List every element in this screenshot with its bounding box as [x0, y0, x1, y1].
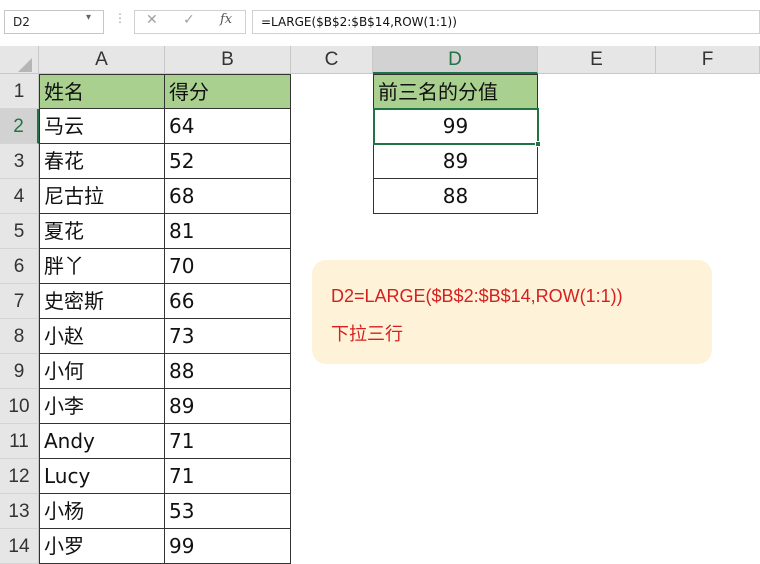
- cell-a1[interactable]: 姓名: [39, 74, 165, 109]
- chevron-down-icon[interactable]: ▾: [86, 12, 91, 23]
- cell-b5[interactable]: 81: [165, 214, 291, 249]
- cell-a10[interactable]: 小李: [39, 389, 165, 424]
- cell-b1[interactable]: 得分: [165, 74, 291, 109]
- row-header-7[interactable]: 7: [0, 284, 39, 319]
- enter-icon[interactable]: ✓: [183, 12, 195, 28]
- cell-b2[interactable]: 64: [165, 109, 291, 144]
- cell-a6[interactable]: 胖丫: [39, 249, 165, 284]
- annotation-instruction: 下拉三行: [331, 324, 403, 345]
- insert-function-icon[interactable]: fx: [220, 12, 232, 27]
- column-header-b[interactable]: B: [165, 46, 291, 74]
- column-header-a[interactable]: A: [39, 46, 165, 74]
- cell-a3[interactable]: 春花: [39, 144, 165, 179]
- row-header-12[interactable]: 12: [0, 459, 39, 494]
- row-header-14[interactable]: 14: [0, 529, 39, 564]
- row-header-6[interactable]: 6: [0, 249, 39, 284]
- cell-b8[interactable]: 73: [165, 319, 291, 354]
- cell-d4[interactable]: 88: [373, 179, 538, 214]
- column-header-c[interactable]: C: [291, 46, 373, 74]
- cell-a12[interactable]: Lucy: [39, 459, 165, 494]
- cell-a8[interactable]: 小赵: [39, 319, 165, 354]
- select-all-triangle-icon: [18, 58, 32, 72]
- row-header-2[interactable]: 2: [0, 109, 39, 144]
- row-header-1[interactable]: 1: [0, 74, 39, 109]
- row-header-4[interactable]: 4: [0, 179, 39, 214]
- cell-b9[interactable]: 88: [165, 354, 291, 389]
- cell-a5[interactable]: 夏花: [39, 214, 165, 249]
- cell-d3[interactable]: 89: [373, 144, 538, 179]
- cell-b3[interactable]: 52: [165, 144, 291, 179]
- cell-a7[interactable]: 史密斯: [39, 284, 165, 319]
- more-dots-icon: ⋮: [114, 11, 126, 25]
- cell-b4[interactable]: 68: [165, 179, 291, 214]
- cell-d1[interactable]: 前三名的分值: [373, 74, 538, 109]
- row-header-9[interactable]: 9: [0, 354, 39, 389]
- row-header-13[interactable]: 13: [0, 494, 39, 529]
- cell-a11[interactable]: Andy: [39, 424, 165, 459]
- cell-a9[interactable]: 小何: [39, 354, 165, 389]
- row-header-10[interactable]: 10: [0, 389, 39, 424]
- active-cell-border: [373, 108, 539, 145]
- cell-b11[interactable]: 71: [165, 424, 291, 459]
- cell-b6[interactable]: 70: [165, 249, 291, 284]
- row-header-3[interactable]: 3: [0, 144, 39, 179]
- row-header-11[interactable]: 11: [0, 424, 39, 459]
- column-header-d[interactable]: D: [373, 46, 538, 74]
- column-header-e[interactable]: E: [538, 46, 656, 74]
- cell-b14[interactable]: 99: [165, 529, 291, 564]
- annotation-box: [312, 260, 712, 364]
- cell-a14[interactable]: 小罗: [39, 529, 165, 564]
- cell-b12[interactable]: 71: [165, 459, 291, 494]
- cell-a13[interactable]: 小杨: [39, 494, 165, 529]
- row-header-5[interactable]: 5: [0, 214, 39, 249]
- column-header-f[interactable]: F: [656, 46, 760, 74]
- annotation-formula: D2=LARGE($B$2:$B$14,ROW(1:1)): [331, 286, 623, 306]
- cell-a2[interactable]: 马云: [39, 109, 165, 144]
- cell-b10[interactable]: 89: [165, 389, 291, 424]
- cell-b13[interactable]: 53: [165, 494, 291, 529]
- row-header-8[interactable]: 8: [0, 319, 39, 354]
- fill-handle[interactable]: [535, 141, 541, 147]
- cancel-icon[interactable]: ✕: [146, 12, 158, 28]
- cell-b7[interactable]: 66: [165, 284, 291, 319]
- cell-a4[interactable]: 尼古拉: [39, 179, 165, 214]
- formula-input[interactable]: =LARGE($B$2:$B$14,ROW(1:1)): [252, 10, 760, 34]
